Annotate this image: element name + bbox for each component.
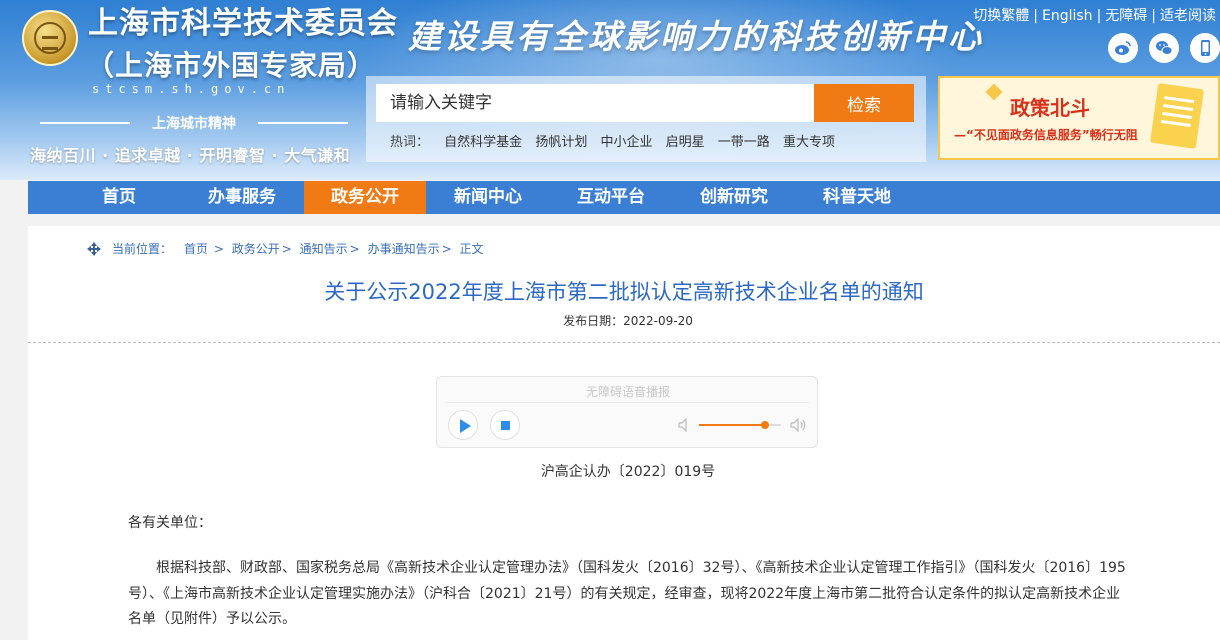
salutation: 各有关单位：	[128, 515, 212, 531]
emblem-logo[interactable]	[22, 10, 78, 66]
breadcrumb: 当前位置： 首页 > 政务公开 > 通知告示 > 办事通知告示 > 正文	[86, 240, 483, 257]
link-english[interactable]: English	[1042, 8, 1093, 24]
top-links: 切换繁體 | English | 无障碍 | 适老阅读	[973, 8, 1216, 24]
article-panel: 当前位置： 首页 > 政务公开 > 通知告示 > 办事通知告示 > 正文 关于公示202…	[28, 226, 1220, 640]
main-nav: 首页 办事服务 政务公开 新闻中心 互动平台 创新研究 科普天地	[28, 181, 1220, 214]
org-name-line2[interactable]: （上海市外国专家局）	[86, 44, 376, 84]
link-accessibility[interactable]: 无障碍	[1105, 8, 1147, 24]
breadcrumb-notices[interactable]: 通知告示	[300, 242, 348, 256]
divider	[28, 342, 1220, 343]
volume-low-icon	[678, 417, 687, 433]
hot-word[interactable]: 扬帆计划	[535, 135, 587, 150]
page-title: 关于公示2022年度上海市第二批拟认定高新技术企业名单的通知	[324, 280, 924, 304]
wechat-icon[interactable]	[1149, 33, 1179, 63]
weibo-icon[interactable]	[1108, 33, 1138, 63]
hot-word[interactable]: 自然科学基金	[444, 135, 522, 150]
volume-high-icon	[790, 417, 806, 433]
play-button[interactable]	[448, 410, 478, 440]
city-motto: 海纳百川 · 追求卓越 · 开明睿智 · 大气谦和	[30, 146, 351, 165]
publish-date-label: 发布日期：	[563, 314, 624, 328]
nav-item-news[interactable]: 新闻中心	[427, 181, 549, 214]
header-slogan: 建设具有全球影响力的科技创新中心	[408, 17, 984, 56]
link-elderly-mode[interactable]: 适老阅读	[1160, 8, 1216, 24]
volume-fill	[699, 424, 765, 426]
policy-banner[interactable]: 政策北斗 —“不见面政务信息服务”畅行无阻	[938, 76, 1220, 160]
hot-word[interactable]: 中小企业	[600, 135, 652, 150]
document-icon	[1150, 83, 1204, 149]
search-button[interactable]: 检索	[814, 84, 914, 122]
audio-player: 无障碍语音播报	[436, 376, 818, 448]
hot-words-label: 热词：	[390, 135, 430, 150]
org-name-line1[interactable]: 上海市科学技术委员会	[88, 6, 398, 42]
nav-item-interaction[interactable]: 互动平台	[550, 181, 672, 214]
audio-divider	[445, 402, 809, 403]
breadcrumb-service-notices[interactable]: 办事通知告示	[368, 242, 440, 256]
link-traditional-chinese[interactable]: 切换繁體	[973, 8, 1029, 24]
nav-item-innovation[interactable]: 创新研究	[673, 181, 795, 214]
city-spirit-divider: 上海城市精神	[34, 113, 354, 133]
hot-word[interactable]: 一带一路	[718, 135, 770, 150]
search-panel: 检索 热词： 自然科学基金 扬帆计划 中小企业 启明星 一带一路 重大专项	[366, 76, 926, 162]
stop-button[interactable]	[490, 410, 520, 440]
volume-slider[interactable]	[699, 421, 781, 429]
star-decoration	[985, 83, 1003, 101]
article-body: 根据科技部、财政部、国家税务总局《高新技术企业认定管理办法》（国科发火〔2016…	[128, 560, 1126, 627]
site-domain: stcsm.sh.gov.cn	[92, 82, 291, 96]
mobile-icon[interactable]	[1190, 33, 1220, 63]
nav-item-home[interactable]: 首页	[58, 181, 180, 214]
banner-subtitle: —“不见面政务信息服务”畅行无阻	[954, 128, 1138, 142]
search-input[interactable]	[376, 84, 814, 122]
hot-word[interactable]: 启明星	[666, 135, 705, 150]
hot-word[interactable]: 重大专项	[783, 135, 835, 150]
nav-item-science[interactable]: 科普天地	[796, 181, 918, 214]
banner-title: 政策北斗	[1010, 96, 1090, 120]
nav-item-services[interactable]: 办事服务	[181, 181, 303, 214]
breadcrumb-current: 正文	[459, 242, 484, 256]
publish-date: 发布日期：2022-09-20	[28, 312, 1220, 329]
volume-knob[interactable]	[760, 421, 769, 429]
publish-date-value: 2022-09-20	[623, 314, 693, 328]
breadcrumb-home[interactable]: 首页	[184, 242, 208, 256]
site-header: 上海市科学技术委员会 （上海市外国专家局） stcsm.sh.gov.cn 上海…	[0, 0, 1220, 180]
breadcrumb-label: 当前位置：	[112, 242, 173, 256]
breadcrumb-gov-affairs[interactable]: 政务公开	[232, 242, 280, 256]
audio-player-title: 无障碍语音播报	[585, 385, 670, 399]
nav-item-gov-affairs[interactable]: 政务公开	[304, 181, 426, 214]
location-icon	[87, 242, 101, 256]
hot-words: 热词： 自然科学基金 扬帆计划 中小企业 启明星 一带一路 重大专项	[390, 131, 835, 150]
document-number: 沪高企认办〔2022〕019号	[540, 464, 716, 480]
